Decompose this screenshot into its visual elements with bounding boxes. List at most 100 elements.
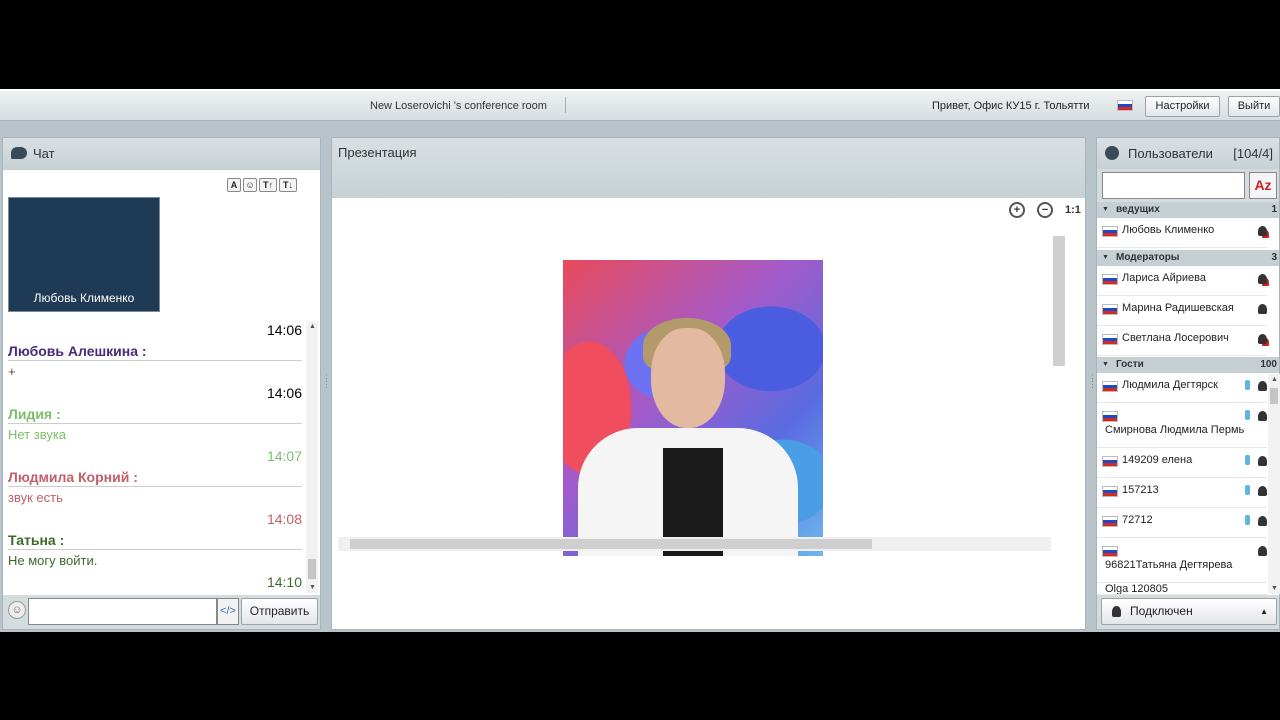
emoji-button[interactable]: ☺ [243, 178, 257, 192]
settings-button[interactable]: Настройки [1145, 96, 1220, 117]
group-presenters[interactable]: ведущих 1 [1097, 202, 1279, 218]
user-name: Olga 120805 [1105, 583, 1168, 595]
user-row[interactable]: 96821Татьяна Дегтярева [1097, 538, 1267, 583]
scroll-up-icon[interactable]: ▲ [1271, 376, 1278, 383]
group-moderators[interactable]: Модераторы 3 [1097, 250, 1279, 266]
connection-status-dropdown[interactable]: Подключен ▲ [1101, 598, 1277, 625]
text-color-button[interactable]: A [227, 178, 241, 192]
language-flag-icon[interactable] [1117, 100, 1133, 111]
flag-icon [1102, 334, 1118, 345]
user-row[interactable]: 149209 елена [1097, 448, 1267, 478]
group-guests[interactable]: Гости 100 [1097, 357, 1279, 373]
presentation-horizontal-scrollbar[interactable] [338, 537, 1051, 551]
font-increase-button[interactable]: T↑ [259, 178, 277, 192]
group-count: 3 [1271, 252, 1277, 263]
message-author: Любовь Алешкина : [8, 341, 302, 361]
presentation-slide-image [563, 260, 823, 556]
person-head [651, 328, 725, 428]
user-row[interactable]: Светлана Лосерович [1097, 326, 1267, 356]
splitter-handle[interactable]: ⋮ ⋮ [1088, 374, 1097, 393]
group-label: Гости [1116, 359, 1144, 370]
smiley-icon[interactable]: ☺ [8, 601, 26, 619]
zoom-in-icon[interactable]: + [1009, 202, 1025, 218]
users-header: Пользователи [104/4] [1097, 138, 1279, 169]
chat-scrollbar[interactable]: ▲ ▼ [306, 321, 318, 593]
user-icon [1258, 411, 1267, 421]
chat-header: Чат [3, 138, 320, 170]
user-name: Светлана Лосерович [1122, 332, 1229, 344]
send-button[interactable]: Отправить [241, 598, 318, 625]
user-name: Марина Радишевская [1122, 302, 1234, 314]
presentation-panel: Презентация + − 1:1 [331, 137, 1086, 630]
divider [565, 97, 566, 113]
chat-message-list: 14:06 Любовь Алешкина : + 14:06 Лидия : … [8, 320, 302, 593]
users-title: Пользователи [1128, 146, 1213, 161]
user-icon [1258, 546, 1267, 556]
microphone-icon [1245, 380, 1250, 390]
sort-button[interactable]: Az [1249, 172, 1277, 199]
video-participant-name: Любовь Клименко [33, 291, 135, 305]
zoom-out-icon[interactable]: − [1037, 202, 1053, 218]
microphone-icon [1245, 515, 1250, 525]
chat-message-input[interactable] [28, 598, 217, 625]
users-panel: Пользователи [104/4] Az ведущих 1 Любовь … [1096, 137, 1280, 630]
zoom-reset-button[interactable]: 1:1 [1065, 204, 1081, 216]
exit-button[interactable]: Выйти [1228, 96, 1280, 117]
users-search-input[interactable] [1102, 172, 1245, 199]
scroll-thumb[interactable] [1053, 236, 1065, 366]
message-time: 14:10 [266, 574, 302, 590]
flag-icon [1102, 411, 1118, 422]
code-button[interactable]: </> [217, 598, 239, 625]
microphone-icon [1245, 455, 1250, 465]
users-icon [1105, 146, 1119, 160]
user-icon [1258, 456, 1267, 466]
message-text: звук есть [8, 490, 63, 505]
status-label: Подключен [1130, 604, 1193, 618]
font-decrease-button[interactable]: T↓ [279, 178, 297, 192]
user-icon [1258, 486, 1267, 496]
group-count: 1 [1271, 204, 1277, 215]
message-author: Лидия : [8, 404, 302, 424]
splitter-handle[interactable]: ⋮ ⋮ [322, 374, 331, 393]
chat-input-bar: ☺ </> Отправить [3, 595, 320, 629]
user-row[interactable]: 157213 [1097, 478, 1267, 508]
user-row[interactable]: Людмила Дегтярск [1097, 373, 1267, 403]
presentation-vertical-scrollbar[interactable] [1053, 226, 1065, 522]
conference-app: New Loserovichi 's conference room Приве… [0, 89, 1280, 632]
group-label: Модераторы [1116, 252, 1180, 263]
message-text: + [8, 364, 16, 379]
message-author: Людмила Корний : [8, 467, 302, 487]
chat-title: Чат [33, 146, 55, 161]
user-row[interactable]: 72712 [1097, 508, 1267, 538]
microphone-icon [1245, 410, 1250, 420]
user-icon [1258, 304, 1267, 314]
flag-icon [1102, 274, 1118, 285]
user-row[interactable]: Olga 120805 [1097, 583, 1267, 595]
chat-panel: Чат A ☺ T↑ T↓ Любовь Клименко 14:06 Любовь … [2, 137, 321, 630]
scroll-thumb[interactable] [350, 539, 872, 549]
room-title: New Loserovichi 's conference room [370, 100, 547, 112]
user-name: 96821Татьяна Дегтярева [1105, 559, 1233, 571]
user-row[interactable]: Смирнова Людмила Пермь [1097, 403, 1267, 448]
video-tile[interactable]: Любовь Клименко [8, 197, 160, 312]
user-name: 149209 елена [1122, 454, 1193, 466]
presentation-header: Презентация [332, 138, 1085, 198]
user-name: Смирнова Людмила Пермь [1105, 424, 1245, 436]
user-row[interactable]: Любовь Клименко [1097, 218, 1267, 248]
user-icon [1258, 381, 1267, 391]
user-row[interactable]: Марина Радишевская [1097, 296, 1267, 326]
users-scrollbar[interactable]: ▲ ▼ [1268, 374, 1280, 594]
scroll-down-icon[interactable]: ▼ [309, 584, 316, 591]
scroll-thumb[interactable] [308, 559, 316, 579]
moderator-icon [1258, 274, 1267, 284]
chat-bubble-icon [11, 147, 27, 159]
user-icon [1258, 516, 1267, 526]
scroll-up-icon[interactable]: ▲ [309, 323, 316, 330]
message-text: Нет звука [8, 427, 67, 442]
user-row[interactable]: Лариса Айриева [1097, 266, 1267, 296]
flag-icon [1102, 456, 1118, 467]
flag-icon [1102, 226, 1118, 237]
scroll-thumb[interactable] [1270, 388, 1278, 404]
user-name: Любовь Клименко [1122, 224, 1215, 236]
scroll-down-icon[interactable]: ▼ [1271, 585, 1278, 592]
